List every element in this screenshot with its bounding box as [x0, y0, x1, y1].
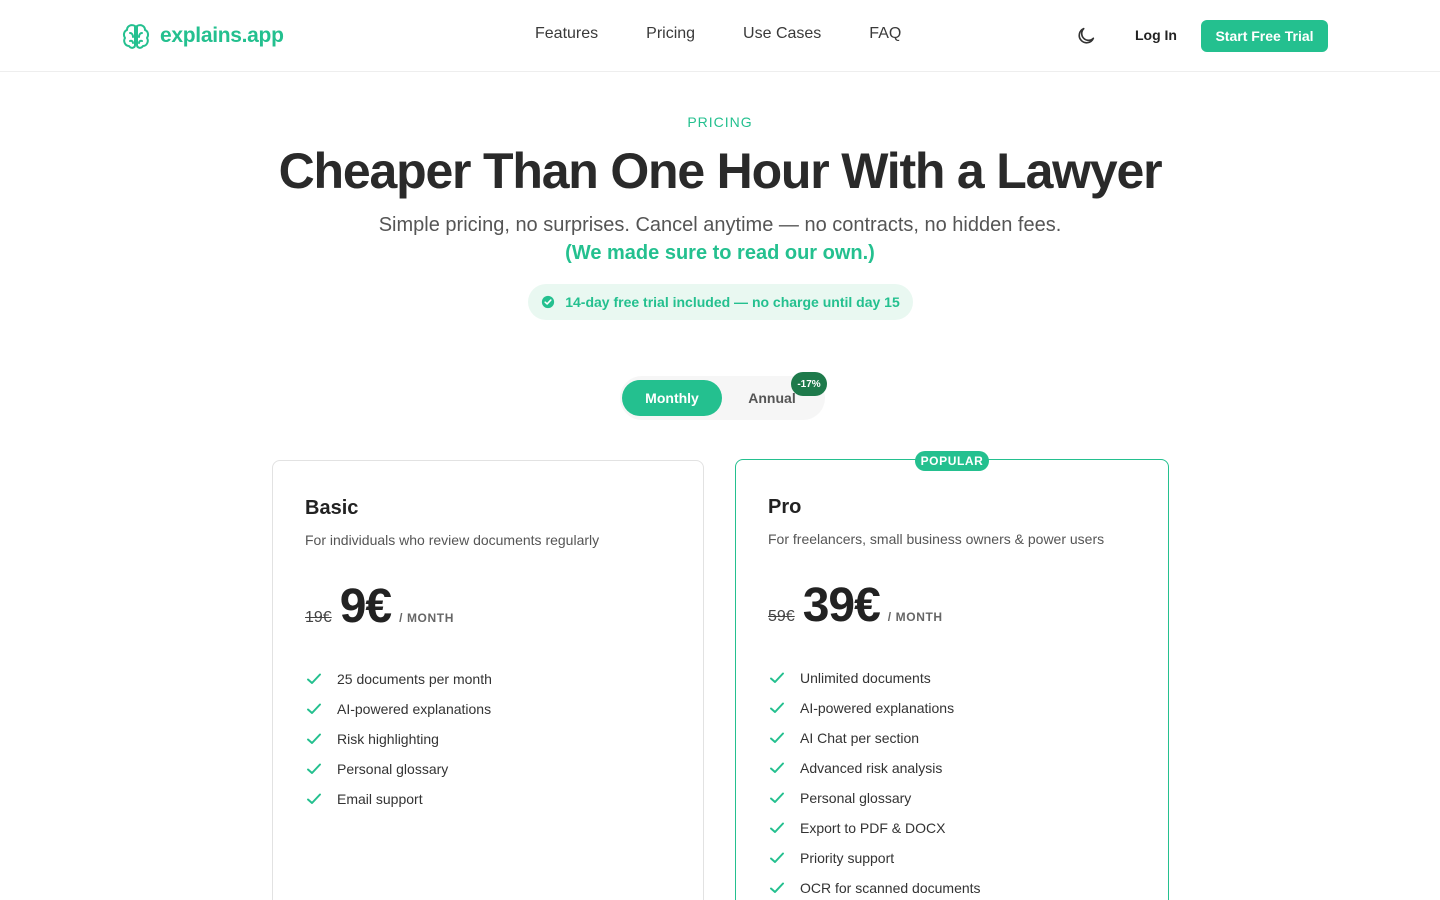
current-price: 9€ — [339, 580, 392, 633]
page-subtitle: Simple pricing, no surprises. Cancel any… — [378, 214, 1062, 236]
annual-discount-badge: -17% — [791, 372, 827, 396]
feature-item: 25 documents per month — [305, 664, 492, 694]
nav-features[interactable]: Features — [535, 25, 598, 43]
feature-label: Advanced risk analysis — [800, 760, 943, 776]
page-title: Cheaper Than One Hour With a Lawyer — [278, 143, 1163, 199]
plan-description: For freelancers, small business owners &… — [768, 531, 1105, 547]
feature-label: 25 documents per month — [337, 671, 492, 687]
check-icon — [768, 729, 786, 747]
check-circle-icon — [541, 295, 555, 309]
nav-use-cases[interactable]: Use Cases — [743, 25, 821, 43]
feature-label: Risk highlighting — [337, 731, 439, 747]
logo-text: explains.app — [160, 24, 284, 47]
feature-item: Export to PDF & DOCX — [768, 813, 981, 843]
check-icon — [768, 669, 786, 687]
billing-period: / MONTH — [887, 610, 943, 624]
billing-period: / MONTH — [399, 611, 454, 625]
plan-name: Pro — [768, 496, 802, 518]
check-icon — [305, 670, 323, 688]
feature-item: Personal glossary — [305, 754, 492, 784]
trial-notice-pill: 14-day free trial included — no charge u… — [528, 284, 913, 320]
price-row: 19€ 9€ / MONTH — [305, 579, 454, 633]
current-price: 39€ — [802, 579, 881, 632]
moon-icon — [1075, 25, 1097, 47]
feature-label: Personal glossary — [337, 761, 449, 777]
top-navbar: explains.app Features Pricing Use Cases … — [0, 0, 1440, 72]
feature-item: Email support — [305, 784, 492, 814]
section-eyebrow: PRICING — [687, 114, 753, 130]
check-icon — [305, 760, 323, 778]
check-icon — [305, 700, 323, 718]
monthly-option[interactable]: Monthly — [622, 380, 722, 416]
feature-label: AI-powered explanations — [800, 700, 955, 716]
plan-card-basic: Basic For individuals who review documen… — [272, 460, 704, 900]
logo-link[interactable]: explains.app — [120, 20, 284, 52]
old-price: 19€ — [305, 609, 332, 626]
feature-item: Risk highlighting — [305, 724, 492, 754]
brain-logo-icon — [120, 20, 152, 52]
plan-description: For individuals who review documents reg… — [305, 532, 600, 548]
check-icon — [768, 849, 786, 867]
plan-name: Basic — [305, 497, 359, 519]
check-icon — [768, 699, 786, 717]
theme-toggle-button[interactable] — [1074, 24, 1098, 48]
feature-list: 25 documents per month AI-powered explan… — [305, 664, 492, 814]
nav-faq[interactable]: FAQ — [869, 25, 901, 43]
subtitle-highlight: (We made sure to read our own.) — [565, 242, 875, 264]
feature-label: Email support — [337, 791, 423, 807]
feature-item: Personal glossary — [768, 783, 981, 813]
start-free-trial-button[interactable]: Start Free Trial — [1201, 20, 1328, 52]
feature-label: Export to PDF & DOCX — [800, 820, 946, 836]
nav-pricing[interactable]: Pricing — [646, 25, 695, 43]
feature-label: Priority support — [800, 850, 895, 866]
plan-card-pro: Pro For freelancers, small business owne… — [735, 459, 1169, 900]
check-icon — [768, 759, 786, 777]
feature-item: Priority support — [768, 843, 981, 873]
feature-item: Advanced risk analysis — [768, 753, 981, 783]
price-row: 59€ 39€ / MONTH — [768, 578, 943, 632]
check-icon — [305, 730, 323, 748]
feature-label: Personal glossary — [800, 790, 912, 806]
check-icon — [768, 879, 786, 897]
check-icon — [305, 790, 323, 808]
feature-item: OCR for scanned documents — [768, 873, 981, 900]
feature-item: AI-powered explanations — [305, 694, 492, 724]
feature-item: AI Chat per section — [768, 723, 981, 753]
check-icon — [768, 789, 786, 807]
main-nav: Features Pricing Use Cases FAQ — [535, 25, 901, 43]
feature-list: Unlimited documents AI-powered explanati… — [768, 663, 981, 900]
feature-item: AI-powered explanations — [768, 693, 981, 723]
feature-item: Unlimited documents — [768, 663, 981, 693]
old-price: 59€ — [768, 608, 795, 625]
feature-label: AI-powered explanations — [337, 701, 492, 717]
feature-label: AI Chat per section — [800, 730, 920, 746]
trial-notice-text: 14-day free trial included — no charge u… — [565, 294, 900, 310]
feature-label: Unlimited documents — [800, 670, 931, 686]
feature-label: OCR for scanned documents — [800, 880, 981, 896]
popular-badge: POPULAR — [915, 451, 989, 471]
login-link[interactable]: Log In — [1135, 27, 1177, 43]
check-icon — [768, 819, 786, 837]
